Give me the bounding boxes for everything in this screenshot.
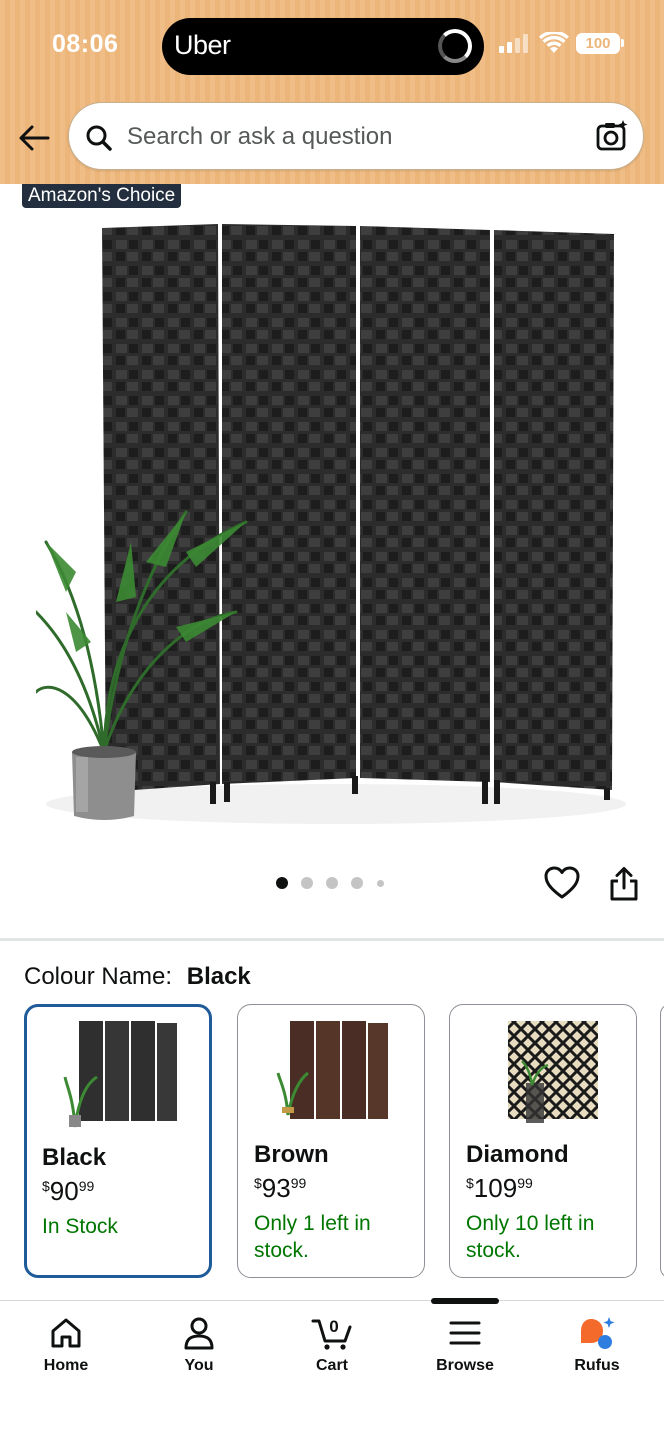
nav-you[interactable]: You	[149, 1315, 249, 1385]
price-whole: 90	[49, 1176, 79, 1206]
price-fraction: 99	[78, 1178, 95, 1194]
nav-home-label: Home	[43, 1357, 89, 1374]
wifi-icon	[539, 32, 569, 53]
section-divider	[0, 938, 664, 941]
status-time: 08:06	[52, 30, 119, 58]
price-fraction: 99	[517, 1175, 533, 1191]
progress-ring-icon	[438, 29, 472, 63]
carousel-dot-active[interactable]	[276, 877, 288, 889]
selected-colour: Black	[186, 963, 251, 990]
heart-icon[interactable]	[544, 866, 580, 900]
variant-name: Diamond	[466, 1141, 569, 1168]
nav-you-label: You	[184, 1357, 214, 1374]
carousel-dot[interactable]	[326, 877, 338, 889]
nav-rufus-label: Rufus	[574, 1357, 620, 1374]
rufus-icon	[581, 1317, 615, 1349]
product-image[interactable]	[36, 212, 626, 827]
carousel-dot[interactable]	[351, 877, 363, 889]
price-whole: 93	[261, 1173, 291, 1203]
battery-level: 100	[585, 35, 611, 52]
colour-name-label: Colour Name:	[24, 963, 173, 990]
carousel-dot[interactable]	[301, 877, 313, 889]
person-icon	[184, 1317, 214, 1350]
nav-home[interactable]: Home	[16, 1315, 116, 1385]
back-arrow-icon[interactable]	[16, 120, 52, 156]
bottom-navigation: Home You 0 Cart Browse Rufus	[0, 1298, 664, 1440]
variant-thumbnail-brown	[274, 1015, 390, 1131]
nav-rufus[interactable]: Rufus	[547, 1315, 647, 1385]
live-activity-app-name: Uber	[174, 30, 231, 60]
nav-cart-label: Cart	[315, 1357, 348, 1374]
search-icon	[86, 125, 112, 151]
amazons-choice-badge: Amazon's Choice	[22, 184, 182, 208]
carousel-dot[interactable]	[377, 880, 384, 887]
battery-tip	[621, 39, 624, 47]
dynamic-island[interactable]: Uber	[162, 18, 484, 75]
price-currency: $	[254, 1175, 262, 1191]
variant-name: Brown	[254, 1141, 329, 1168]
camera-search-icon[interactable]	[595, 119, 629, 153]
home-icon	[51, 1318, 81, 1348]
variant-price: $10999	[466, 1173, 533, 1204]
variant-swatch-black[interactable]: Black $9099 In Stock	[24, 1004, 212, 1278]
variant-swatch-diamond[interactable]: Diamond $10999 Only 10 left in stock.	[449, 1004, 637, 1278]
price-fraction: 99	[290, 1175, 307, 1191]
variant-thumbnail-black	[63, 1017, 179, 1133]
active-tab-indicator	[431, 1298, 499, 1304]
variant-stock-status: In Stock	[42, 1215, 118, 1238]
variant-thumbnail-diamond	[486, 1015, 602, 1131]
variant-price: $9399	[254, 1173, 306, 1204]
battery-indicator: 100	[576, 33, 620, 54]
app-header: 08:06 Uber 100	[0, 0, 664, 184]
nav-browse[interactable]: Browse	[415, 1315, 515, 1385]
price-currency: $	[466, 1175, 474, 1191]
cart-count: 0	[329, 1317, 339, 1336]
variant-stock-status: Only 1 left in stock.	[254, 1212, 371, 1262]
search-bar[interactable]	[68, 102, 644, 170]
variant-price: $9099	[42, 1176, 94, 1207]
nav-cart[interactable]: 0 Cart	[282, 1315, 382, 1385]
variant-swatch-brown[interactable]: Brown $9399 Only 1 left in stock.	[237, 1004, 425, 1278]
variant-swatch-next-partial[interactable]	[660, 1004, 664, 1278]
price-currency: $	[42, 1178, 50, 1194]
colour-name-row: Colour Name: Black	[24, 963, 251, 991]
price-whole: 109	[473, 1173, 518, 1203]
nav-browse-label: Browse	[436, 1357, 494, 1374]
variant-name: Black	[42, 1144, 107, 1171]
variant-stock-status: Only 10 left in stock.	[466, 1212, 595, 1262]
cellular-signal-icon	[499, 33, 531, 53]
search-input[interactable]	[127, 117, 587, 157]
share-icon[interactable]	[608, 866, 640, 902]
menu-icon	[449, 1321, 481, 1345]
